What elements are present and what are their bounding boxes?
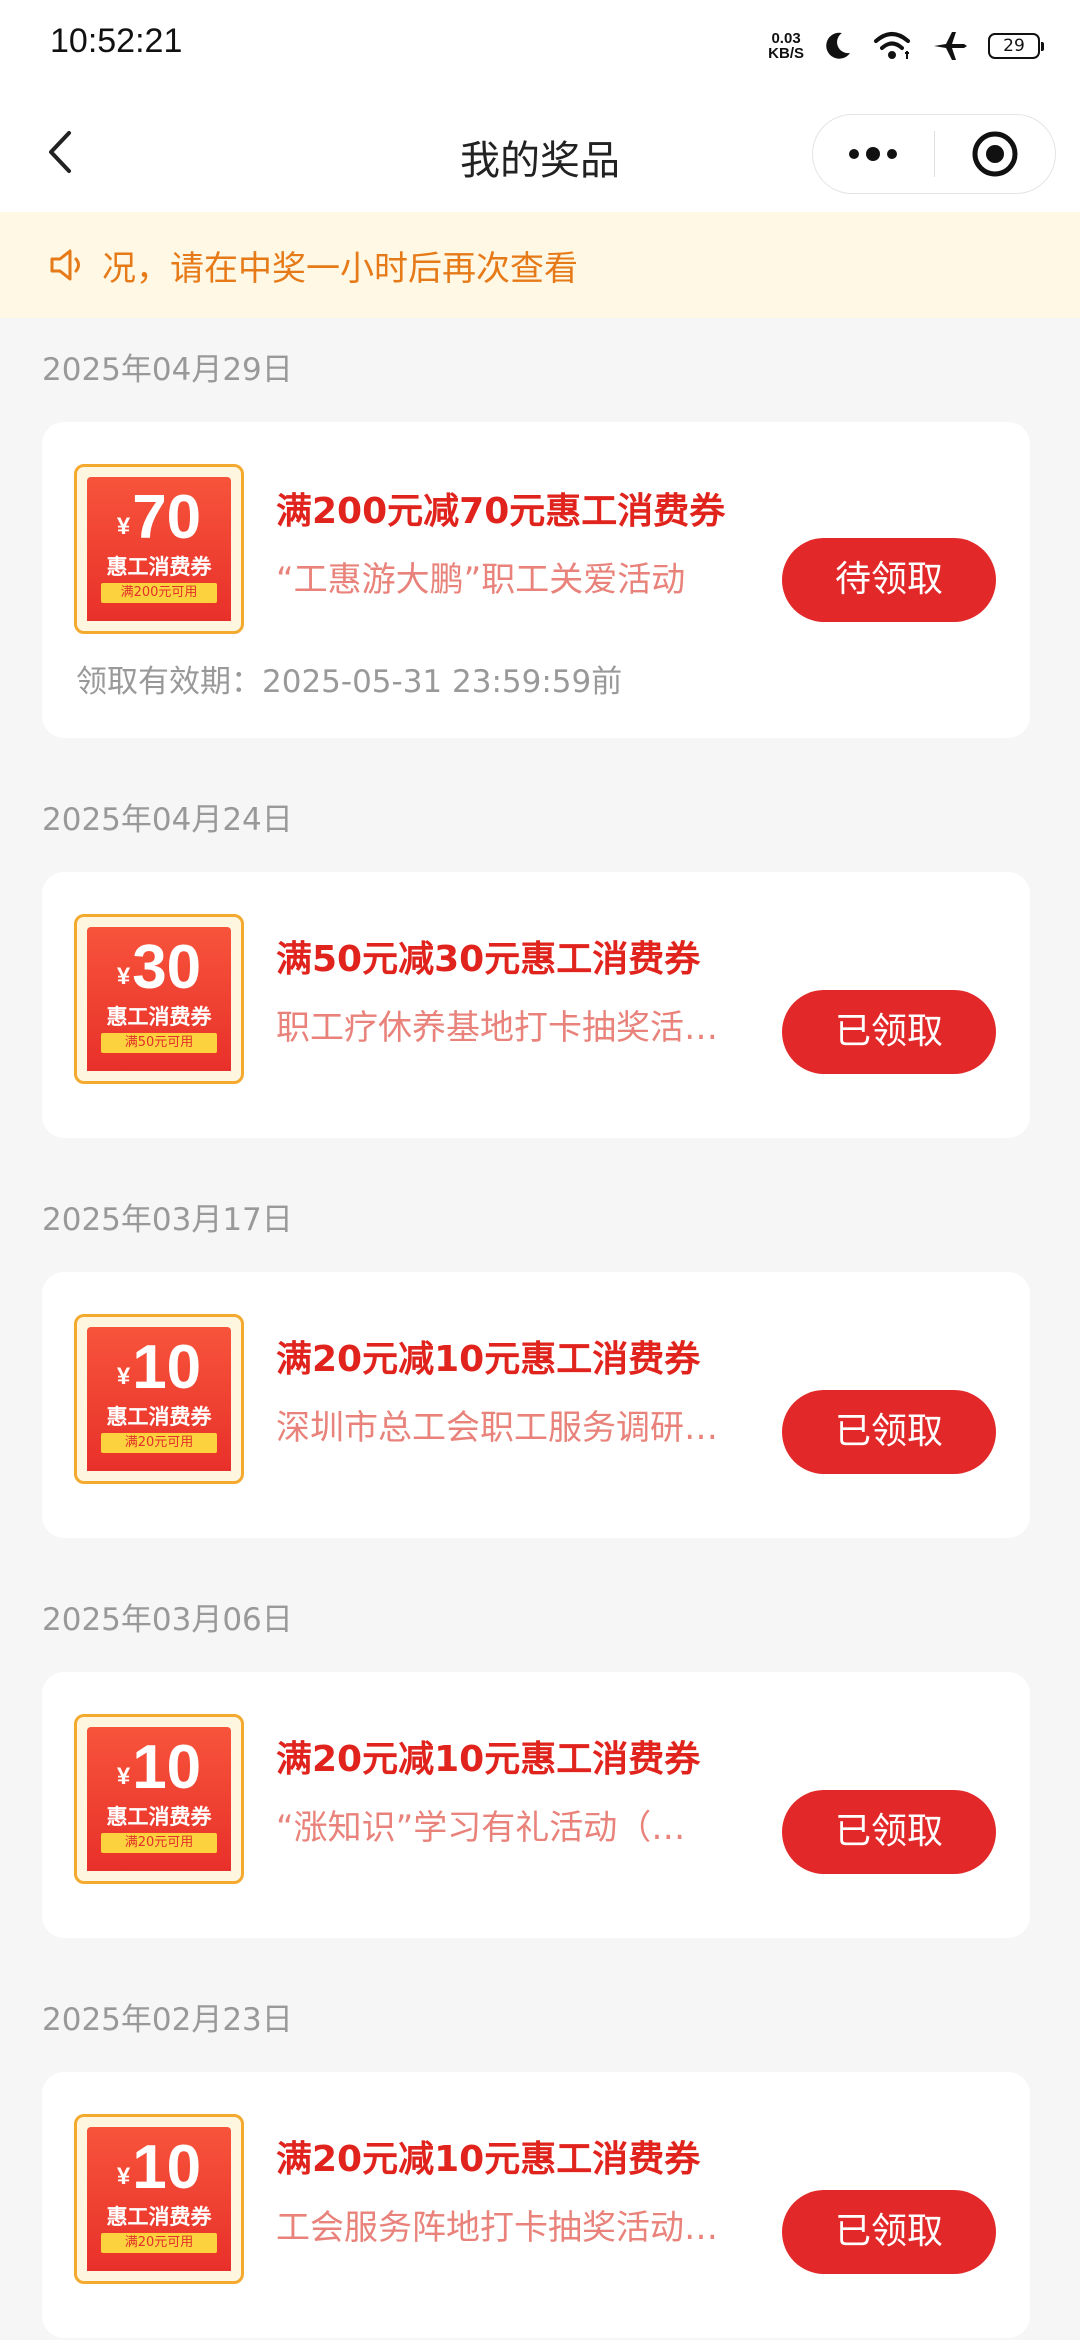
prize-card: ¥10 惠工消费券 满20元可用 满20元减10元惠工消费券 “涨知识”学习有礼… [42,1672,1030,1938]
coupon-body: ¥70 惠工消费券 满200元可用 [87,477,231,621]
prize-source: “涨知识”学习有礼活动（… [276,1808,686,1848]
notice-text: 况，请在中奖一小时后再次查看 [102,248,578,289]
coupon-body: ¥10 惠工消费券 满20元可用 [87,2127,231,2271]
prize-date: 2025年04月29日 [42,352,293,388]
notice-bar: 况，请在中奖一小时后再次查看 [0,212,1080,318]
coupon-thumbnail: ¥30 惠工消费券 满50元可用 [74,914,244,1084]
coupon-body: ¥10 惠工消费券 满20元可用 [87,1727,231,1871]
prize-date: 2025年03月06日 [42,1602,293,1638]
claim-button[interactable]: 待领取 [782,538,996,622]
claimed-button[interactable]: 已领取 [782,990,996,1074]
prize-source: 深圳市总工会职工服务调研… [276,1408,718,1448]
prize-title: 满20元减10元惠工消费券 [276,1739,701,1780]
prize-list: 2025年04月29日 ¥70 惠工消费券 满200元可用 满200元减70元惠… [0,318,1080,2338]
close-miniprogram-button[interactable] [935,115,1056,193]
prize-title: 满50元减30元惠工消费券 [276,939,701,980]
coupon-value: ¥30 [87,935,231,1010]
prize-title: 满20元减10元惠工消费券 [276,1339,701,1380]
coupon-name: 惠工消费券 [106,1005,212,1029]
coupon-body: ¥30 惠工消费券 满50元可用 [87,927,231,1071]
net-speed-unit: KB/S [768,45,804,62]
coupon-thumbnail: ¥10 惠工消费券 满20元可用 [74,1314,244,1484]
coupon-amount: 30 [132,933,202,1002]
airplane-icon [934,32,967,60]
coupon-amount: 10 [132,2133,202,2202]
coupon-condition: 满50元可用 [101,1033,217,1053]
coupon-body: ¥10 惠工消费券 满20元可用 [87,1327,231,1471]
claimed-button[interactable]: 已领取 [782,1390,996,1474]
battery-indicator: 29 [988,33,1044,59]
currency-symbol: ¥ [116,2163,131,2190]
prize-source: “工惠游大鹏”职工关爱活动 [276,560,686,600]
coupon-thumbnail: ¥70 惠工消费券 满200元可用 [74,464,244,634]
coupon-condition: 满20元可用 [101,1433,217,1453]
miniprogram-capsule [812,114,1056,194]
more-dots-icon [849,147,898,161]
coupon-amount: 10 [132,1733,202,1802]
claimed-button[interactable]: 已领取 [782,2190,996,2274]
prize-source: 工会服务阵地打卡抽奖活动… [276,2208,718,2248]
coupon-name: 惠工消费券 [106,1805,212,1829]
prize-title: 满20元减10元惠工消费券 [276,2139,701,2180]
prize-date: 2025年03月17日 [42,1202,293,1238]
coupon-value: ¥70 [87,485,231,560]
prize-title: 满200元减70元惠工消费券 [276,491,726,532]
prize-card: ¥70 惠工消费券 满200元可用 满200元减70元惠工消费券 “工惠游大鹏”… [42,422,1030,738]
currency-symbol: ¥ [116,963,131,990]
coupon-value: ¥10 [87,1335,231,1410]
more-button[interactable] [813,115,934,193]
target-circle-icon [972,131,1018,177]
coupon-value: ¥10 [87,2135,231,2210]
coupon-thumbnail: ¥10 惠工消费券 满20元可用 [74,1714,244,1884]
currency-symbol: ¥ [116,1363,131,1390]
net-speed-value: 0.03 [771,30,801,47]
nav-bar: 我的奖品 [0,92,1080,212]
coupon-condition: 满200元可用 [101,583,217,603]
status-time: 10:52:21 [50,22,183,60]
coupon-amount: 70 [132,483,202,552]
currency-symbol: ¥ [116,513,131,540]
coupon-name: 惠工消费券 [106,555,212,579]
coupon-thumbnail: ¥10 惠工消费券 满20元可用 [74,2114,244,2284]
coupon-condition: 满20元可用 [101,2233,217,2253]
status-icons: 0.03 KB/S 29 [768,24,1044,68]
currency-symbol: ¥ [116,1763,131,1790]
moon-icon [826,32,850,59]
status-bar: 10:52:21 0.03 KB/S 29 [0,0,1080,92]
wifi-icon [874,32,910,59]
prize-source: 职工疗休养基地打卡抽奖活… [276,1008,718,1048]
prize-validity: 领取有效期：2025-05-31 23:59:59前 [76,664,623,700]
prize-card: ¥10 惠工消费券 满20元可用 满20元减10元惠工消费券 工会服务阵地打卡抽… [42,2072,1030,2338]
coupon-amount: 10 [132,1333,202,1402]
prize-date: 2025年04月24日 [42,802,293,838]
prize-date: 2025年02月23日 [42,2002,293,2038]
net-speed-indicator: 0.03 KB/S [768,31,804,61]
coupon-value: ¥10 [87,1735,231,1810]
coupon-name: 惠工消费券 [106,2205,212,2229]
coupon-condition: 满20元可用 [101,1833,217,1853]
speaker-icon [50,249,80,281]
claimed-button[interactable]: 已领取 [782,1790,996,1874]
coupon-name: 惠工消费券 [106,1405,212,1429]
prize-card: ¥30 惠工消费券 满50元可用 满50元减30元惠工消费券 职工疗休养基地打卡… [42,872,1030,1138]
prize-card: ¥10 惠工消费券 满20元可用 满20元减10元惠工消费券 深圳市总工会职工服… [42,1272,1030,1538]
